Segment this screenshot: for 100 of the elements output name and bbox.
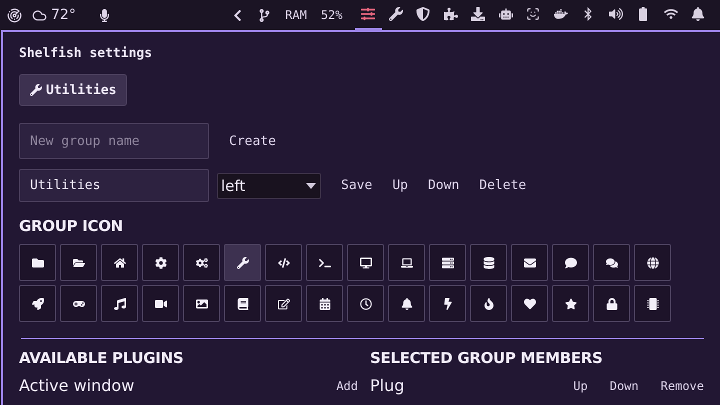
shield-icon bbox=[416, 7, 430, 21]
icon-option[interactable] bbox=[60, 285, 97, 322]
icon-option[interactable] bbox=[183, 244, 220, 281]
bell-icon bbox=[400, 298, 412, 310]
member-action-button[interactable]: Up bbox=[565, 378, 596, 392]
open-folder-icon bbox=[72, 256, 84, 268]
rocket-icon bbox=[32, 298, 44, 310]
icon-option[interactable] bbox=[224, 244, 261, 281]
gears-icon bbox=[196, 256, 208, 268]
icon-option[interactable] bbox=[429, 244, 466, 281]
section-heading: GROUP ICON bbox=[19, 217, 124, 235]
volume-icon bbox=[608, 7, 623, 21]
wrench-icon bbox=[388, 7, 403, 21]
icon-option[interactable] bbox=[60, 244, 97, 281]
icon-option[interactable] bbox=[265, 285, 302, 322]
robot-icon bbox=[498, 7, 513, 21]
laptop-icon bbox=[400, 256, 412, 268]
create-button[interactable]: Create bbox=[219, 130, 286, 152]
book-icon bbox=[236, 298, 248, 310]
monitor-icon bbox=[360, 256, 372, 268]
member-name: Plug bbox=[370, 376, 404, 395]
group-action-button[interactable]: Up bbox=[382, 174, 418, 197]
group-tab[interactable]: Utilities bbox=[19, 74, 128, 106]
code-icon bbox=[278, 256, 290, 268]
server-icon bbox=[442, 256, 454, 268]
download-icon bbox=[471, 7, 486, 21]
icon-option[interactable] bbox=[101, 285, 138, 322]
icon-option[interactable] bbox=[470, 285, 507, 322]
section-heading: AVAILABLE PLUGINS bbox=[19, 349, 184, 367]
wrench-icon bbox=[236, 256, 248, 268]
icon-option[interactable] bbox=[142, 285, 179, 322]
lightning-icon bbox=[442, 298, 454, 310]
battery-icon bbox=[639, 7, 648, 21]
heart-icon bbox=[524, 298, 536, 310]
microphone-icon bbox=[98, 8, 111, 22]
radar-icon bbox=[7, 8, 22, 22]
speech-bubble-icon bbox=[564, 256, 576, 268]
icon-option[interactable] bbox=[634, 285, 671, 322]
music-note-icon bbox=[114, 298, 126, 310]
video-camera-icon bbox=[154, 298, 166, 310]
branch-icon[interactable] bbox=[258, 8, 272, 22]
member-action-button[interactable]: Remove bbox=[652, 378, 712, 392]
group-action-button[interactable]: Save bbox=[331, 174, 382, 197]
terminal-icon bbox=[318, 256, 330, 268]
icon-option[interactable] bbox=[552, 244, 589, 281]
settings-icon bbox=[154, 256, 166, 268]
icon-option[interactable] bbox=[347, 244, 384, 281]
icon-option[interactable] bbox=[388, 244, 425, 281]
group-action-button[interactable]: Down bbox=[418, 174, 470, 197]
group-action-button[interactable]: Delete bbox=[469, 174, 536, 197]
icon-option[interactable] bbox=[388, 285, 425, 322]
face-scan-icon bbox=[526, 7, 540, 21]
icon-option[interactable] bbox=[347, 285, 384, 322]
icon-option[interactable] bbox=[470, 244, 507, 281]
image-icon bbox=[196, 298, 208, 310]
icon-option[interactable] bbox=[142, 244, 179, 281]
icon-option[interactable] bbox=[183, 285, 220, 322]
home-icon bbox=[114, 256, 126, 268]
temperature-text: 72° bbox=[51, 7, 76, 23]
icon-option[interactable] bbox=[511, 285, 548, 322]
group-name-input[interactable]: New group name bbox=[19, 123, 209, 159]
bell-icon bbox=[691, 7, 706, 21]
sliders-icon bbox=[361, 7, 376, 21]
icon-option[interactable] bbox=[19, 285, 56, 322]
member-action-button[interactable]: Down bbox=[602, 378, 647, 392]
panel-title: Shelfish settings bbox=[19, 46, 154, 63]
section-heading: SELECTED GROUP MEMBERS bbox=[370, 349, 604, 367]
clock-icon bbox=[360, 298, 372, 310]
icon-option[interactable] bbox=[552, 285, 589, 322]
icon-option[interactable] bbox=[19, 244, 56, 281]
ram-usage: 52% bbox=[320, 8, 342, 22]
database-icon bbox=[482, 256, 494, 268]
icon-option[interactable] bbox=[634, 244, 671, 281]
globe-icon bbox=[646, 256, 658, 268]
position-dropdown[interactable]: left bbox=[217, 172, 321, 198]
folder-icon bbox=[32, 256, 44, 268]
plugin-name: Active window bbox=[19, 376, 134, 395]
icon-option[interactable] bbox=[306, 285, 343, 322]
ram-label: RAM bbox=[285, 8, 307, 22]
whale-icon bbox=[554, 7, 568, 21]
flame-icon bbox=[482, 298, 494, 310]
star-icon bbox=[564, 298, 576, 310]
edit-icon bbox=[278, 298, 290, 310]
caret-icon bbox=[306, 182, 316, 188]
puzzle-icon bbox=[444, 7, 458, 21]
icon-option[interactable] bbox=[593, 285, 630, 322]
group-name-input[interactable]: Utilities bbox=[19, 169, 209, 202]
calendar-icon bbox=[318, 298, 330, 310]
icon-option[interactable] bbox=[511, 244, 548, 281]
icon-option[interactable] bbox=[101, 244, 138, 281]
add-button[interactable]: Add bbox=[328, 378, 366, 392]
icon-option[interactable] bbox=[265, 244, 302, 281]
icon-option[interactable] bbox=[429, 285, 466, 322]
cloud-icon bbox=[32, 8, 47, 22]
wifi-icon bbox=[664, 7, 678, 21]
icon-option[interactable] bbox=[224, 285, 261, 322]
speech-bubbles-icon bbox=[606, 256, 618, 268]
lock-icon bbox=[606, 298, 618, 310]
icon-option[interactable] bbox=[593, 244, 630, 281]
envelope-icon bbox=[524, 256, 536, 268]
